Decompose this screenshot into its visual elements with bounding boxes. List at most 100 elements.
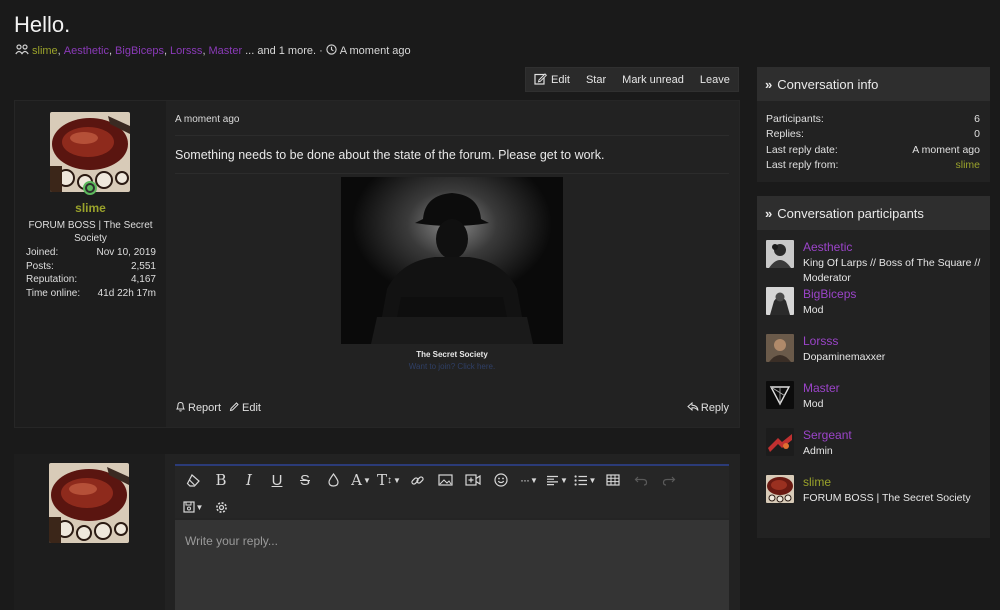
- editor-toolbar: B I U S A ▼ T ↕ ▼ ··· ▼ ▼ ▼ ▼: [175, 466, 729, 518]
- avatar[interactable]: [766, 475, 794, 503]
- participant-link-lorsss[interactable]: Lorsss: [170, 45, 202, 57]
- strikethrough-icon[interactable]: S: [293, 469, 317, 491]
- conversation-time: A moment ago: [339, 45, 411, 57]
- clock-icon: [326, 44, 340, 58]
- participant-link-bigbiceps[interactable]: BigBiceps: [115, 45, 164, 57]
- link-icon[interactable]: [405, 469, 429, 491]
- participant-item: Aesthetic King Of Larps // Boss of The S…: [766, 240, 986, 287]
- participant-title: Dopaminemaxxer: [803, 351, 886, 363]
- table-icon[interactable]: [601, 469, 625, 491]
- conversation-meta: slime, Aesthetic, BigBiceps, Lorsss, Mas…: [15, 44, 411, 58]
- pencil-icon: [229, 401, 240, 415]
- reply-icon: [687, 401, 699, 415]
- edit-icon: [534, 72, 551, 88]
- participant-link-slime[interactable]: slime: [32, 45, 58, 57]
- participant-item: Master Mod: [766, 381, 986, 428]
- emoji-icon[interactable]: [489, 469, 513, 491]
- participant-name[interactable]: Lorsss: [803, 334, 838, 348]
- participant-item: Sergeant Admin: [766, 428, 986, 475]
- participant-link-aesthetic[interactable]: Aesthetic: [64, 45, 109, 57]
- reply-button[interactable]: Reply: [687, 401, 729, 415]
- conversation-participants-block: » Conversation participants Aesthetic Kin…: [757, 196, 990, 538]
- divider: [175, 173, 729, 174]
- leave-button[interactable]: Leave: [692, 68, 738, 91]
- info-row: Participants: 6: [766, 113, 980, 125]
- avatar[interactable]: [766, 428, 794, 456]
- message-author-title: FORUM BOSS | The Secret Society: [28, 220, 153, 244]
- edit-post-button[interactable]: Edit: [229, 401, 261, 415]
- align-icon[interactable]: ▼: [545, 469, 569, 491]
- message-body: Something needs to be done about the sta…: [175, 148, 605, 162]
- author-stats: Joined: Nov 10, 2019 Posts: 2,551 Reputati…: [26, 247, 156, 301]
- participant-name[interactable]: Sergeant: [803, 428, 852, 442]
- message-footer: Report Edit Reply: [175, 401, 729, 417]
- message-content: A moment ago Something needs to be done …: [175, 101, 729, 427]
- block-header: » Conversation participants: [757, 196, 990, 230]
- reply-textarea[interactable]: Write your reply...: [175, 520, 729, 610]
- media-icon[interactable]: [461, 469, 485, 491]
- participant-name[interactable]: Aesthetic: [803, 240, 852, 254]
- image-icon[interactable]: [433, 469, 457, 491]
- info-row: Last reply from: slime: [766, 159, 980, 174]
- avatar[interactable]: [766, 287, 794, 315]
- mark-unread-button[interactable]: Mark unread: [614, 68, 692, 91]
- avatar[interactable]: [766, 381, 794, 409]
- divider: [175, 135, 729, 136]
- redo-icon[interactable]: [657, 469, 681, 491]
- avatar[interactable]: [766, 334, 794, 362]
- stat-row: Joined: Nov 10, 2019: [26, 247, 156, 258]
- participant-title: Mod: [803, 398, 824, 410]
- more-participants[interactable]: ... and 1 more.: [245, 45, 316, 57]
- message-time[interactable]: A moment ago: [175, 114, 239, 125]
- conversation-actions: Edit Star Mark unread Leave: [525, 67, 739, 92]
- bold-icon[interactable]: B: [209, 469, 233, 491]
- participant-title: King Of Larps // Boss of The Square // M…: [803, 257, 981, 284]
- image-caption: The Secret Society: [416, 350, 488, 359]
- drafts-icon[interactable]: ▼: [181, 496, 205, 518]
- conversation-info-list: Participants: 6 Replies: 0 Last reply date…: [757, 101, 990, 174]
- message-author-name[interactable]: slime: [15, 201, 166, 215]
- edit-conversation-button[interactable]: Edit: [526, 68, 578, 91]
- avatar: [49, 463, 129, 543]
- stat-row: Reputation: 4,167: [26, 274, 156, 285]
- message-image[interactable]: [341, 177, 563, 344]
- participant-name[interactable]: BigBiceps: [803, 287, 856, 301]
- avatar[interactable]: [766, 240, 794, 268]
- bell-icon: [175, 401, 186, 415]
- stat-row: Posts: 2,551: [26, 260, 156, 272]
- participant-item: Lorsss Dopaminemaxxer: [766, 334, 986, 381]
- list-icon[interactable]: ▼: [573, 469, 597, 491]
- underline-icon[interactable]: U: [265, 469, 289, 491]
- participant-title: FORUM BOSS | The Secret Society: [803, 492, 971, 504]
- color-drop-icon[interactable]: [321, 469, 345, 491]
- quick-reply: B I U S A ▼ T ↕ ▼ ··· ▼ ▼ ▼ ▼ Write your…: [14, 454, 740, 610]
- last-reply-user-link[interactable]: slime: [955, 159, 980, 174]
- participant-name[interactable]: slime: [803, 475, 831, 489]
- info-row: Last reply date: A moment ago: [766, 143, 980, 156]
- participant-title: Admin: [803, 445, 833, 457]
- info-row: Replies: 0: [766, 128, 980, 141]
- message-user-info: slime FORUM BOSS | The Secret Society Jo…: [15, 101, 166, 427]
- font-size-icon[interactable]: T ↕ ▼: [377, 469, 401, 491]
- italic-icon[interactable]: I: [237, 469, 261, 491]
- meta-separator: ·: [319, 45, 323, 57]
- font-family-icon[interactable]: A ▼: [349, 469, 373, 491]
- conversation-info-block: » Conversation info Participants: 6 Replie…: [757, 67, 990, 182]
- message-post: slime FORUM BOSS | The Secret Society Jo…: [14, 100, 740, 428]
- settings-gear-icon[interactable]: [209, 496, 233, 518]
- online-status-icon: [83, 181, 97, 195]
- more-options-icon[interactable]: ··· ▼: [517, 469, 541, 491]
- star-button[interactable]: Star: [578, 68, 614, 91]
- participant-name[interactable]: Master: [803, 381, 840, 395]
- avatar[interactable]: [50, 112, 130, 192]
- report-button[interactable]: Report: [175, 401, 221, 415]
- page-title: Hello.: [14, 12, 71, 37]
- block-header: » Conversation info: [757, 67, 990, 101]
- image-caption-link[interactable]: Want to join? Click here.: [341, 362, 563, 371]
- clear-formatting-icon[interactable]: [181, 469, 205, 491]
- undo-icon[interactable]: [629, 469, 653, 491]
- participant-link-master[interactable]: Master: [209, 45, 243, 57]
- reply-user-info: [14, 454, 165, 610]
- users-icon: [15, 44, 32, 58]
- stat-row: Time online: 41d 22h 17m: [26, 287, 156, 299]
